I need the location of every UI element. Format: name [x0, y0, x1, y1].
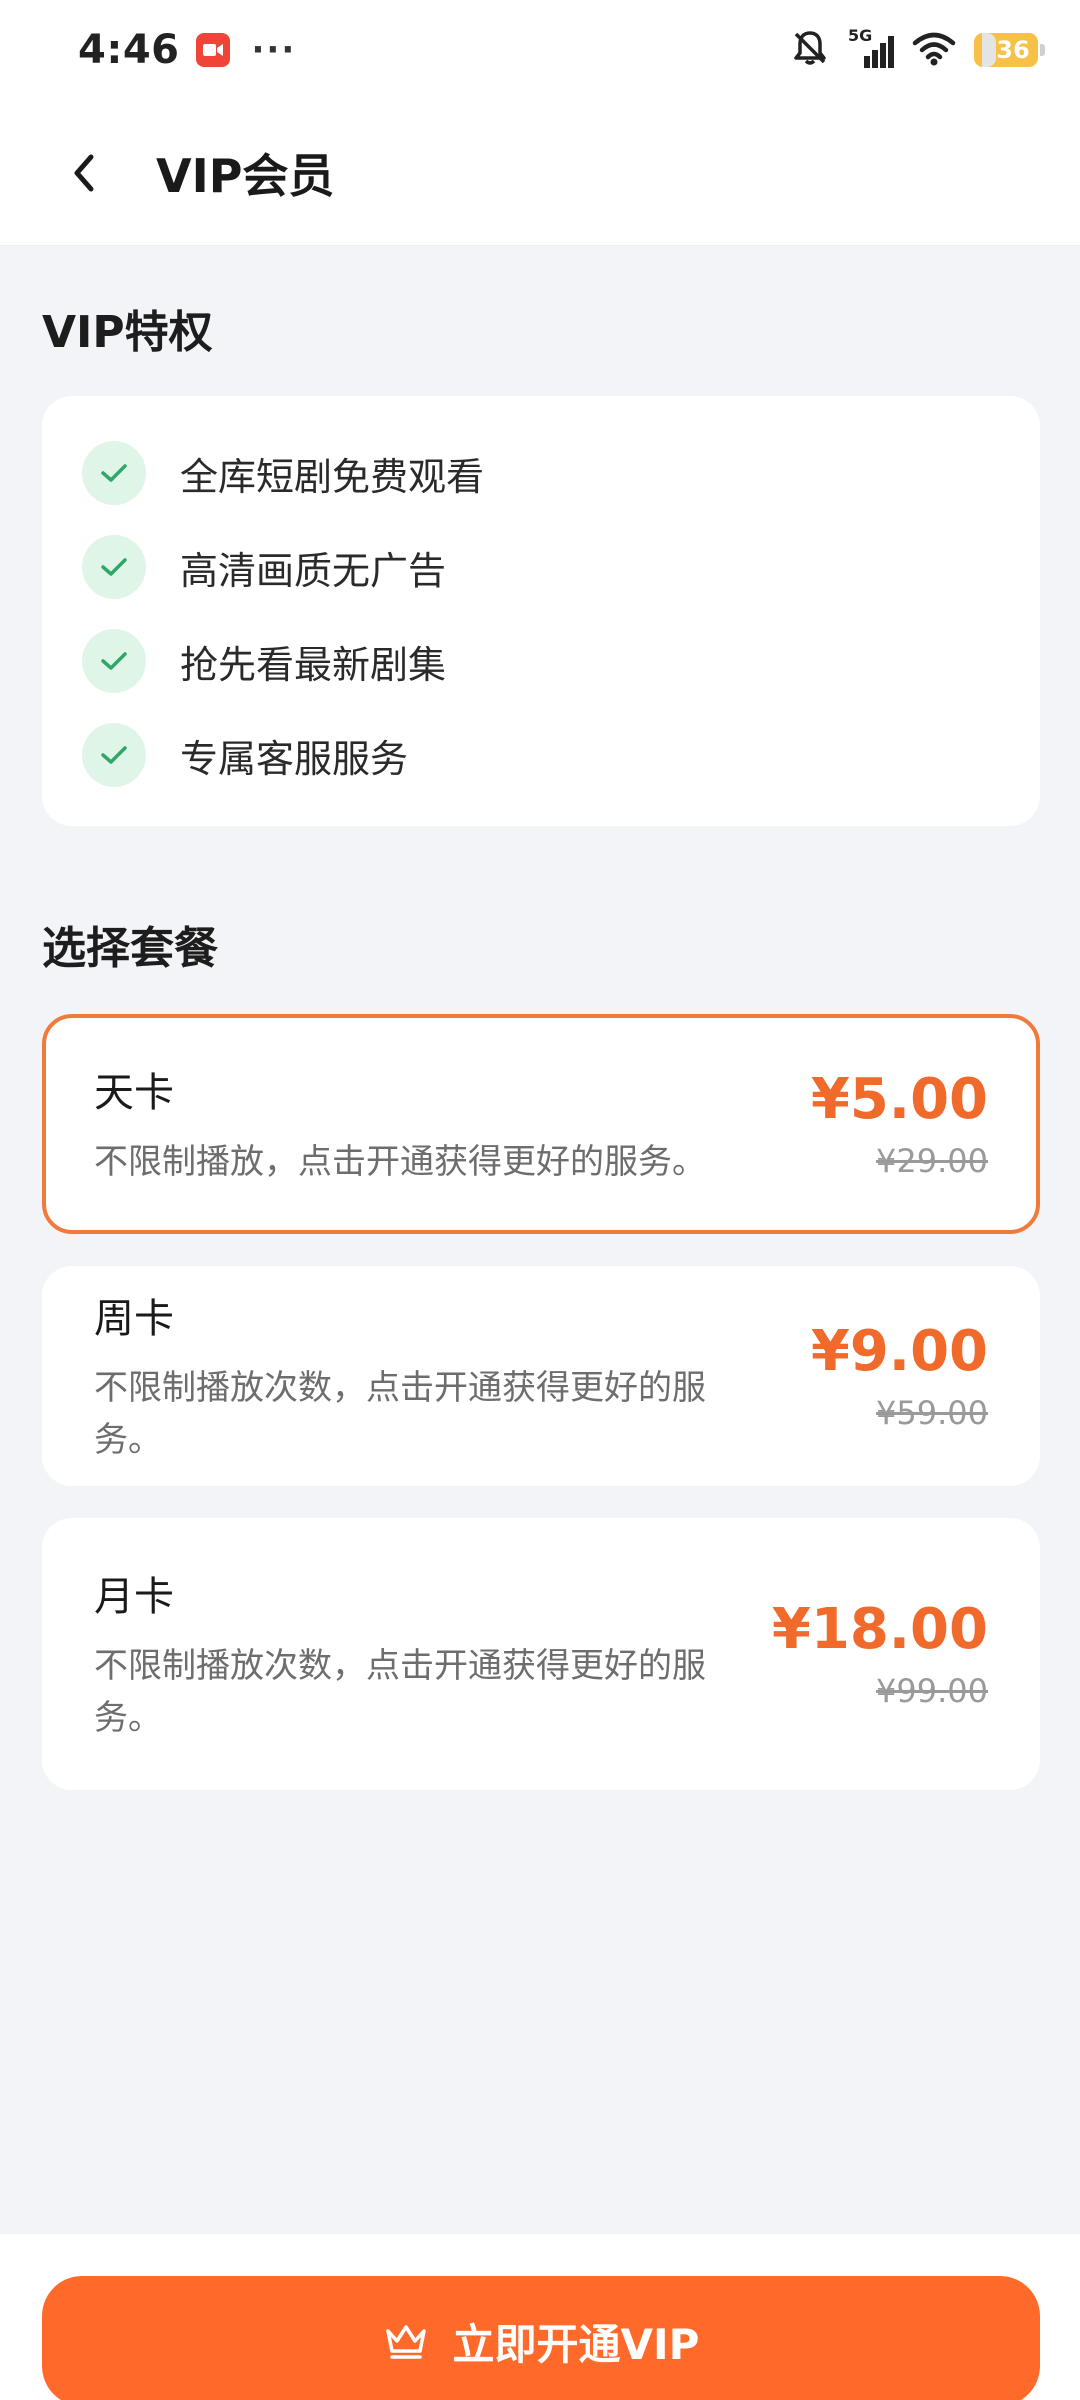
wifi-icon [912, 29, 956, 71]
plan-description: 不限制播放次数，点击开通获得更好的服务。 [94, 1646, 706, 1738]
benefit-item: 抢先看最新剧集 [82, 614, 1000, 708]
plan-info: 月卡 不限制播放次数，点击开通获得更好的服务。 [94, 1564, 772, 1744]
status-right: 5G 36 [790, 26, 1045, 72]
benefits-card: 全库短剧免费观看 高清画质无广告 抢先看最新剧集 专属客服服务 [42, 396, 1040, 826]
signal-icon: 5G [848, 26, 894, 70]
benefit-label: 专属客服服务 [180, 736, 409, 781]
plan-original-price: ¥99.00 [876, 1672, 988, 1710]
plan-current-price: ¥18.00 [771, 1597, 988, 1662]
battery-icon: 36 [974, 33, 1045, 67]
activate-vip-button[interactable]: 立即开通VIP [42, 2276, 1040, 2400]
plan-info: 周卡 不限制播放次数，点击开通获得更好的服务。 [94, 1286, 811, 1466]
plan-description: 不限制播放次数，点击开通获得更好的服务。 [94, 1368, 706, 1460]
check-icon [82, 723, 146, 787]
plan-price: ¥18.00 ¥99.00 [771, 1597, 988, 1711]
benefits-section-title: VIP特权 [42, 307, 213, 358]
plan-original-price: ¥29.00 [876, 1142, 988, 1180]
plan-name: 周卡 [94, 1296, 174, 1342]
benefit-item: 高清画质无广告 [82, 520, 1000, 614]
benefit-item: 全库短剧免费观看 [82, 426, 1000, 520]
status-bar: 4:46 ··· 5G 36 [0, 0, 1080, 100]
plan-info: 天卡 不限制播放，点击开通获得更好的服务。 [94, 1060, 811, 1188]
back-button[interactable] [44, 133, 124, 213]
page-title: VIP会员 [156, 148, 335, 203]
benefit-label: 抢先看最新剧集 [180, 642, 447, 687]
plan-name: 月卡 [94, 1574, 174, 1620]
plan-price: ¥5.00 ¥29.00 [810, 1067, 988, 1181]
plan-price: ¥9.00 ¥59.00 [810, 1319, 988, 1433]
check-icon [82, 629, 146, 693]
more-notifications-icon: ··· [251, 30, 297, 70]
screen-record-icon [195, 33, 230, 67]
battery-level: 36 [996, 36, 1030, 64]
app-header: VIP会员 [0, 100, 1080, 246]
benefit-label: 高清画质无广告 [180, 548, 447, 593]
mute-bell-icon [790, 28, 830, 72]
plan-current-price: ¥9.00 [810, 1319, 988, 1384]
plan-card-week[interactable]: 周卡 不限制播放次数，点击开通获得更好的服务。 ¥9.00 ¥59.00 [42, 1266, 1040, 1486]
plan-current-price: ¥5.00 [810, 1067, 988, 1132]
plan-original-price: ¥59.00 [876, 1394, 988, 1432]
bottom-bar: 立即开通VIP [0, 2234, 1080, 2400]
status-left: 4:46 ··· [78, 27, 296, 73]
plans-section-title: 选择套餐 [42, 923, 218, 974]
plan-description: 不限制播放，点击开通获得更好的服务。 [94, 1142, 706, 1182]
status-time: 4:46 [78, 27, 180, 73]
chevron-left-icon [74, 154, 94, 191]
activate-vip-label: 立即开通VIP [452, 2319, 700, 2369]
plan-name: 天卡 [94, 1070, 174, 1116]
benefit-label: 全库短剧免费观看 [180, 454, 485, 499]
plan-card-month[interactable]: 月卡 不限制播放次数，点击开通获得更好的服务。 ¥18.00 ¥99.00 [42, 1518, 1040, 1790]
benefit-item: 专属客服服务 [82, 708, 1000, 802]
crown-icon [385, 2325, 426, 2359]
check-icon [82, 441, 146, 505]
plan-card-day[interactable]: 天卡 不限制播放，点击开通获得更好的服务。 ¥5.00 ¥29.00 [42, 1014, 1040, 1234]
check-icon [82, 535, 146, 599]
